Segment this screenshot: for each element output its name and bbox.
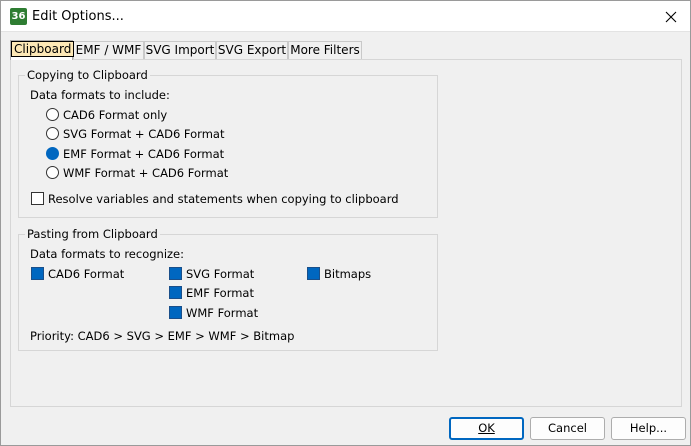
- cancel-button[interactable]: Cancel: [530, 417, 605, 440]
- edit-options-dialog: 36 Edit Options... Clipboard EMF / WMF S…: [0, 0, 691, 446]
- pasting-group-title: Pasting from Clipboard: [25, 227, 160, 241]
- ok-button[interactable]: OK: [449, 417, 524, 440]
- emf-format-label[interactable]: EMF Format: [186, 286, 254, 300]
- resolve-variables-label[interactable]: Resolve variables and statements when co…: [48, 192, 399, 206]
- svg-format-checkbox[interactable]: [169, 267, 182, 280]
- copying-group-title: Copying to Clipboard: [25, 68, 150, 82]
- radio-cad6-only-label[interactable]: CAD6 Format only: [63, 108, 167, 122]
- wmf-format-label[interactable]: WMF Format: [186, 306, 258, 320]
- recognize-formats-label: Data formats to recognize:: [30, 247, 185, 261]
- tab-svg-import[interactable]: SVG Import: [144, 41, 216, 59]
- close-button[interactable]: [651, 1, 690, 32]
- tab-emf-wmf[interactable]: EMF / WMF: [73, 41, 144, 59]
- wmf-format-checkbox[interactable]: [169, 306, 182, 319]
- radio-cad6-only[interactable]: [46, 108, 59, 121]
- svg-format-label[interactable]: SVG Format: [186, 267, 254, 281]
- close-icon: [665, 11, 676, 22]
- bitmaps-checkbox[interactable]: [307, 267, 320, 280]
- radio-svg-cad6[interactable]: [46, 127, 59, 140]
- resolve-variables-checkbox[interactable]: [31, 192, 44, 205]
- tab-svg-export[interactable]: SVG Export: [216, 41, 288, 59]
- radio-wmf-cad6-label[interactable]: WMF Format + CAD6 Format: [63, 166, 228, 180]
- help-button[interactable]: Help...: [611, 417, 686, 440]
- app-logo-icon: 36: [10, 8, 27, 25]
- bitmaps-label[interactable]: Bitmaps: [324, 267, 371, 281]
- title-bar: 36 Edit Options...: [1, 1, 690, 32]
- radio-emf-cad6-label[interactable]: EMF Format + CAD6 Format: [63, 147, 224, 161]
- radio-wmf-cad6[interactable]: [46, 166, 59, 179]
- window-title: Edit Options...: [32, 9, 124, 24]
- cad6-format-checkbox[interactable]: [31, 267, 44, 280]
- emf-format-checkbox[interactable]: [169, 286, 182, 299]
- tab-more-filters[interactable]: More Filters: [288, 41, 362, 59]
- radio-emf-cad6[interactable]: [46, 147, 59, 160]
- radio-svg-cad6-label[interactable]: SVG Format + CAD6 Format: [63, 127, 224, 141]
- include-formats-label: Data formats to include:: [30, 88, 170, 102]
- tab-clipboard[interactable]: Clipboard: [10, 40, 75, 60]
- cad6-format-label[interactable]: CAD6 Format: [48, 267, 124, 281]
- priority-text: Priority: CAD6 > SVG > EMF > WMF > Bitma…: [30, 329, 295, 343]
